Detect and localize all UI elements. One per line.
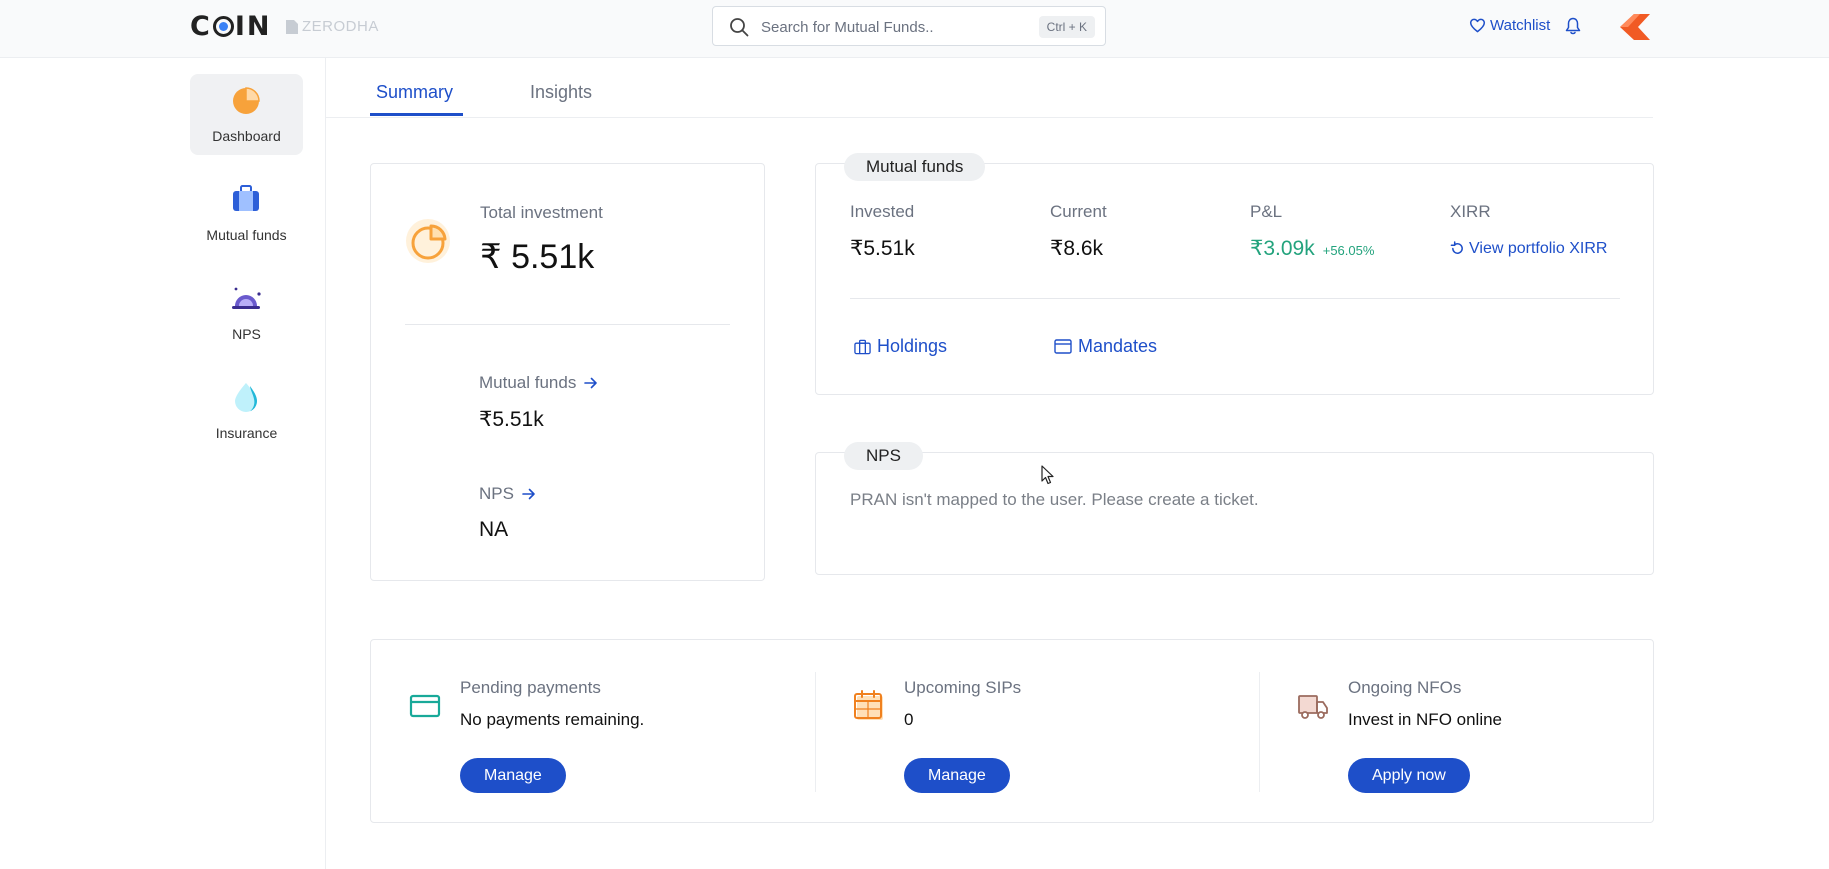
arrow-right-icon [522, 488, 535, 500]
apply-now-button[interactable]: Apply now [1348, 758, 1470, 793]
search-bar[interactable]: Ctrl + K [712, 6, 1106, 46]
nps-value: NA [479, 518, 509, 541]
calendar-icon [854, 690, 883, 720]
mandates-label: Mandates [1078, 336, 1158, 356]
mutual-funds-card: Invested ₹5.51k Current ₹8.6k P&L ₹3.09k… [815, 163, 1654, 395]
pending-payments-section: Pending payments No payments remaining. … [371, 640, 815, 824]
top-bar: CIN ZERODHA Ctrl + K Watchlist [0, 0, 1829, 58]
total-investment-value: ₹ 5.51k [480, 238, 595, 276]
pl-column: P&L ₹3.09k +56.05% [1250, 202, 1374, 261]
credit-card-icon [409, 694, 441, 718]
total-investment-card: Total investment ₹ 5.51k Mutual funds ₹5… [370, 163, 765, 581]
sidebar-item-label: Mutual funds [206, 227, 287, 243]
ongoing-nfos-label: Ongoing NFOs [1348, 678, 1462, 697]
ongoing-nfos-value: Invest in NFO online [1348, 710, 1503, 729]
watchlist-label: Watchlist [1490, 17, 1551, 34]
total-investment-label: Total investment [480, 203, 603, 222]
nps-label: NPS [479, 484, 514, 503]
nps-card: PRAN isn't mapped to the user. Please cr… [815, 452, 1654, 575]
pie-chart-icon [233, 87, 260, 114]
current-column: Current ₹8.6k [1050, 202, 1107, 261]
sidebar-item-label: Insurance [215, 425, 278, 441]
sidebar-item-nps[interactable]: NPS [190, 272, 303, 353]
mutual-funds-value: ₹5.51k [479, 408, 544, 431]
mutual-funds-label: Mutual funds [479, 373, 577, 392]
arrow-right-icon [584, 377, 598, 389]
xirr-label: XIRR [1450, 202, 1491, 221]
pending-payments-value: No payments remaining. [460, 710, 645, 729]
divider [850, 298, 1620, 299]
pending-payments-label: Pending payments [460, 678, 601, 697]
sidebar-item-insurance[interactable]: Insurance [190, 371, 303, 452]
sidebar-item-dashboard[interactable]: Dashboard [190, 74, 303, 155]
sunrise-icon [232, 287, 261, 309]
watchlist-link[interactable]: Watchlist [1469, 17, 1550, 34]
quick-actions-card: Pending payments No payments remaining. … [370, 639, 1654, 823]
mandates-link[interactable]: Mandates [1054, 336, 1157, 357]
tab-insights[interactable]: Insights [530, 82, 592, 103]
coin-logo[interactable]: C IN [190, 10, 272, 42]
search-shortcut: Ctrl + K [1038, 16, 1095, 38]
tab-bar: Summary Insights [326, 58, 1653, 118]
invested-label: Invested [850, 202, 915, 221]
holdings-link[interactable]: Holdings [854, 336, 947, 357]
pl-label: P&L [1250, 202, 1283, 221]
upcoming-sips-label: Upcoming SIPs [904, 678, 1022, 697]
search-icon [730, 18, 749, 37]
sidebar-item-mutual-funds[interactable]: Mutual funds [190, 173, 303, 254]
invested-column: Invested ₹5.51k [850, 202, 915, 261]
pl-row: ₹3.09k +56.05% [1250, 236, 1374, 261]
invested-value: ₹5.51k [850, 237, 915, 260]
manage-payments-button[interactable]: Manage [460, 758, 566, 793]
upcoming-sips-value: 0 [904, 710, 914, 729]
sidebar-item-label: NPS [232, 326, 261, 342]
zerodha-icon [286, 19, 298, 34]
nps-link[interactable]: NPS [479, 484, 536, 504]
active-tab-indicator [370, 113, 463, 116]
upcoming-sips-section: Upcoming SIPs 0 Manage [815, 640, 1259, 824]
refresh-icon [1450, 241, 1463, 254]
view-xirr-link[interactable]: View portfolio XIRR [1450, 240, 1607, 258]
bell-icon[interactable] [1565, 17, 1581, 35]
current-value: ₹8.6k [1050, 237, 1104, 260]
mutual-funds-link[interactable]: Mutual funds [479, 373, 598, 393]
sidebar-item-label: Dashboard [212, 128, 281, 144]
logo-text: C IN [190, 10, 272, 42]
ongoing-nfos-section: Ongoing NFOs Invest in NFO online Apply … [1259, 640, 1655, 824]
pl-value: ₹3.09k [1250, 237, 1315, 260]
zerodha-brand: ZERODHA [286, 18, 379, 35]
brand-label: ZERODHA [302, 18, 379, 35]
tab-summary[interactable]: Summary [376, 82, 453, 103]
manage-sips-button[interactable]: Manage [904, 758, 1010, 793]
sidebar: Dashboard Mutual funds NPS Insurance [0, 58, 326, 869]
pie-chart-icon [406, 219, 450, 263]
view-xirr-label: View portfolio XIRR [1469, 239, 1608, 257]
card-icon [1054, 339, 1072, 354]
pl-percent: +56.05% [1322, 243, 1375, 258]
briefcase-icon [854, 339, 871, 354]
mutual-funds-pill: Mutual funds [844, 153, 986, 181]
nps-message: PRAN isn't mapped to the user. Please cr… [850, 490, 1259, 509]
mouse-cursor-icon [1041, 465, 1054, 485]
xirr-row: View portfolio XIRR [1450, 238, 1607, 262]
holdings-label: Holdings [877, 336, 948, 356]
search-input[interactable] [761, 15, 1011, 39]
current-label: Current [1050, 202, 1107, 221]
heart-icon [1469, 18, 1486, 33]
divider [405, 324, 730, 325]
kite-logo-icon[interactable] [1620, 14, 1650, 40]
briefcase-icon [233, 185, 259, 211]
nps-pill: NPS [844, 442, 923, 470]
xirr-column: XIRR View portfolio XIRR [1450, 202, 1607, 262]
droplet-icon [235, 383, 258, 412]
truck-icon [1298, 695, 1328, 719]
